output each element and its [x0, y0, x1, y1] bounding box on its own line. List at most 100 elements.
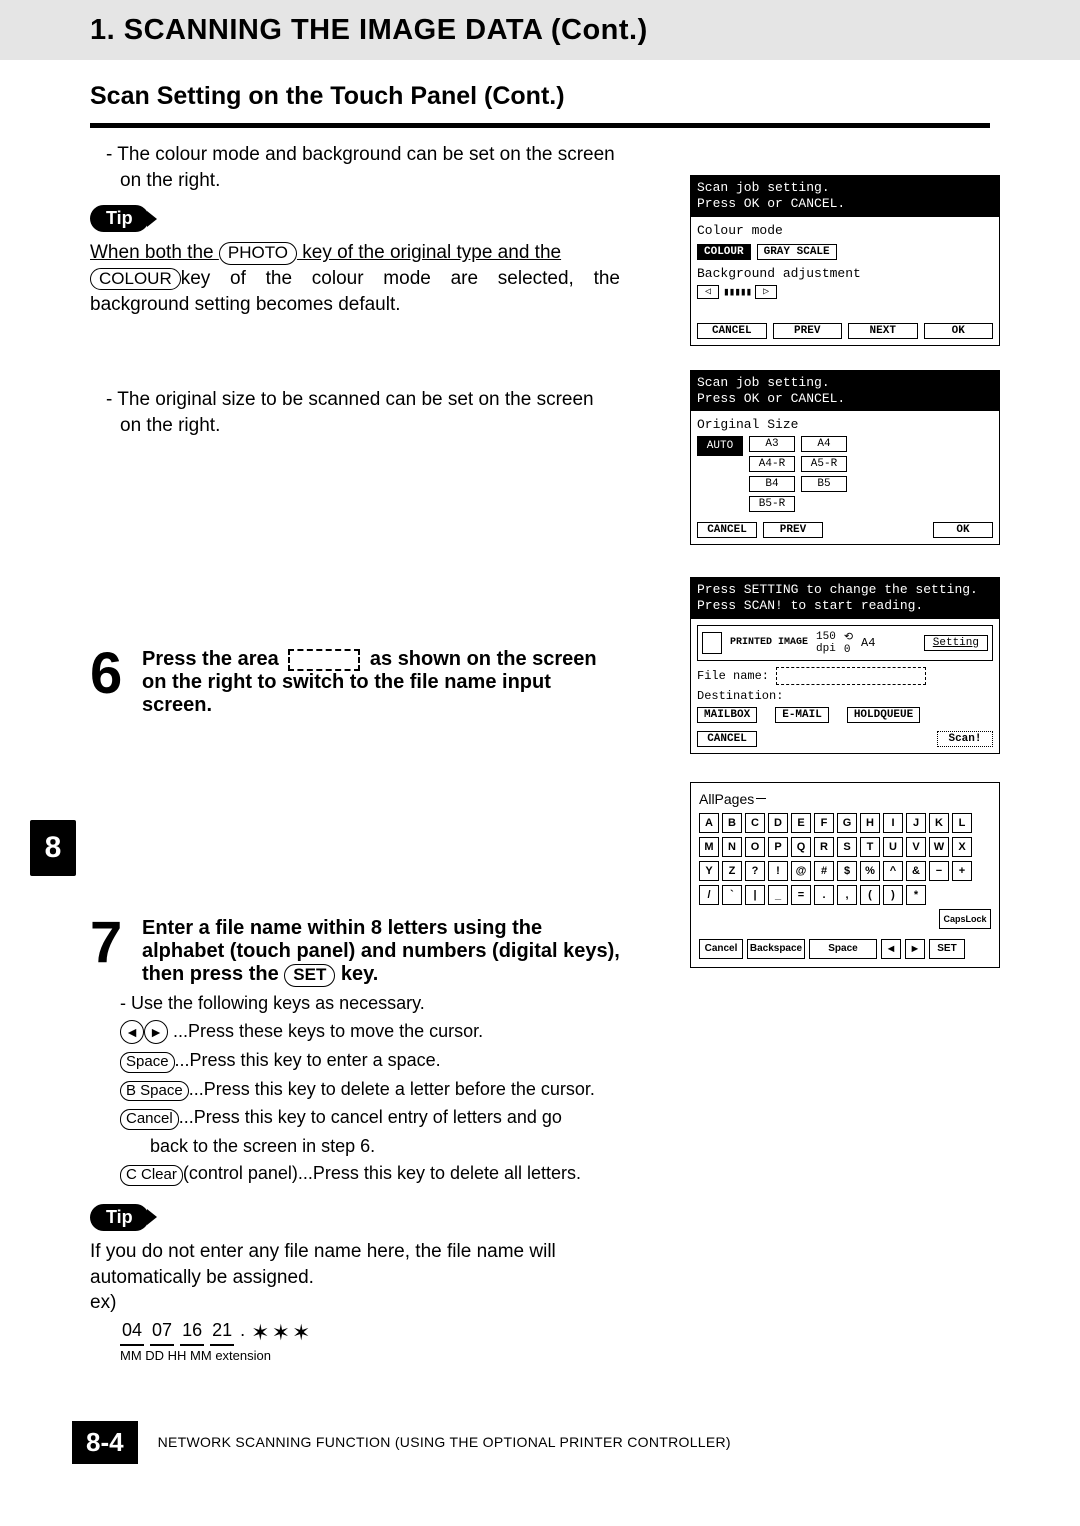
background-slider[interactable]: ◁ ▮▮▮▮▮ ▷ — [697, 285, 993, 299]
tip-body: When both the PHOTO key of the original … — [90, 240, 620, 317]
kb-key-_[interactable]: _ — [768, 885, 788, 905]
kb-key-−[interactable]: − — [929, 861, 949, 881]
kb-set-key[interactable]: SET — [929, 939, 965, 959]
kb-key-r[interactable]: R — [814, 837, 834, 857]
chapter-header: 1. SCANNING THE IMAGE DATA (Cont.) — [0, 0, 1080, 60]
kb-key-.[interactable]: . — [814, 885, 834, 905]
auto-button[interactable]: AUTO — [697, 436, 743, 456]
kb-right-icon[interactable]: ► — [905, 939, 925, 959]
a5r-button[interactable]: A5-R — [801, 456, 847, 472]
filename-input-area[interactable] — [776, 667, 926, 685]
kb-key-q[interactable]: Q — [791, 837, 811, 857]
kb-key-|[interactable]: | — [745, 885, 765, 905]
kb-key-l[interactable]: L — [952, 813, 972, 833]
kb-key-f[interactable]: F — [814, 813, 834, 833]
grayscale-button[interactable]: GRAY SCALE — [757, 244, 837, 260]
kb-key-c[interactable]: C — [745, 813, 765, 833]
page-number: 8-4 — [72, 1421, 138, 1464]
kb-left-icon[interactable]: ◄ — [881, 939, 901, 959]
kb-key-)[interactable]: ) — [883, 885, 903, 905]
kb-key-u[interactable]: U — [883, 837, 903, 857]
kb-key-s[interactable]: S — [837, 837, 857, 857]
kb-key-p[interactable]: P — [768, 837, 788, 857]
kb-key-@[interactable]: @ — [791, 861, 811, 881]
kb-key-e[interactable]: E — [791, 813, 811, 833]
mailbox-button[interactable]: MAILBOX — [697, 707, 757, 723]
screen-keyboard: AllPages ABCDEFGHIJKLMNOPQRSTUVWXYZ?!@#$… — [690, 782, 1000, 968]
kb-key-y[interactable]: Y — [699, 861, 719, 881]
photo-key: PHOTO — [219, 242, 297, 264]
kb-key-a[interactable]: A — [699, 813, 719, 833]
kb-key-i[interactable]: I — [883, 813, 903, 833]
kb-key-=[interactable]: = — [791, 885, 811, 905]
screen-original-size: Scan job setting. Press OK or CANCEL. Or… — [690, 370, 1000, 546]
kb-key-/[interactable]: / — [699, 885, 719, 905]
step-7-number: 7 — [90, 917, 136, 986]
kb-key-,[interactable]: , — [837, 885, 857, 905]
kb-key-n[interactable]: N — [722, 837, 742, 857]
kb-key-m[interactable]: M — [699, 837, 719, 857]
kb-key-k[interactable]: K — [929, 813, 949, 833]
arrow-left-icon: ◄ — [120, 1020, 144, 1044]
a4r-button[interactable]: A4-R — [749, 456, 795, 472]
kb-key-$[interactable]: $ — [837, 861, 857, 881]
kb-key-w[interactable]: W — [929, 837, 949, 857]
a4-button[interactable]: A4 — [801, 436, 847, 452]
step-6-number: 6 — [90, 648, 136, 717]
holdqueue-button[interactable]: HOLDQUEUE — [847, 707, 920, 723]
next-button[interactable]: NEXT — [848, 323, 918, 339]
kb-key-![interactable]: ! — [768, 861, 788, 881]
subsection-title: Scan Setting on the Touch Panel (Cont.) — [0, 60, 1080, 119]
kb-key-t[interactable]: T — [860, 837, 880, 857]
kb-key-d[interactable]: D — [768, 813, 788, 833]
kb-key-%[interactable]: % — [860, 861, 880, 881]
cclear-key: C Clear — [120, 1165, 183, 1186]
email-button[interactable]: E-MAIL — [775, 707, 829, 723]
intro-paragraph-1: - The colour mode and background can be … — [90, 142, 620, 193]
kb-key-h[interactable]: H — [860, 813, 880, 833]
kb-key-z[interactable]: Z — [722, 861, 742, 881]
kb-key-&[interactable]: & — [906, 861, 926, 881]
bg-increase-icon[interactable]: ▷ — [755, 285, 777, 299]
divider — [90, 123, 990, 128]
kb-cancel-key[interactable]: Cancel — [699, 939, 743, 959]
ok-button[interactable]: OK — [924, 323, 994, 339]
kb-key-j[interactable]: J — [906, 813, 926, 833]
kb-space-key[interactable]: Space — [809, 939, 877, 959]
colour-key: COLOUR — [90, 268, 181, 290]
kb-key-v[interactable]: V — [906, 837, 926, 857]
kb-key-?[interactable]: ? — [745, 861, 765, 881]
kb-key-`[interactable]: ` — [722, 885, 742, 905]
tip2-body: If you do not enter any file name here, … — [90, 1239, 620, 1290]
kb-key-g[interactable]: G — [837, 813, 857, 833]
prev-button[interactable]: PREV — [763, 522, 823, 538]
b5r-button[interactable]: B5-R — [749, 496, 795, 512]
kb-key-#[interactable]: # — [814, 861, 834, 881]
intro-paragraph-2: - The original size to be scanned can be… — [90, 387, 620, 438]
kb-key-*[interactable]: * — [906, 885, 926, 905]
bg-decrease-icon[interactable]: ◁ — [697, 285, 719, 299]
cancel-button[interactable]: CANCEL — [697, 323, 767, 339]
cancel-button[interactable]: CANCEL — [697, 522, 757, 538]
b5-button[interactable]: B5 — [801, 476, 847, 492]
kb-key-^[interactable]: ^ — [883, 861, 903, 881]
kb-key-([interactable]: ( — [860, 885, 880, 905]
kb-key-b[interactable]: B — [722, 813, 742, 833]
page-footer: 8-4 NETWORK SCANNING FUNCTION (USING THE… — [0, 1403, 1080, 1494]
kb-backspace-key[interactable]: Backspace — [747, 939, 805, 959]
colour-button[interactable]: COLOUR — [697, 244, 751, 260]
a3-button[interactable]: A3 — [749, 436, 795, 452]
kb-key-x[interactable]: X — [952, 837, 972, 857]
prev-button[interactable]: PREV — [773, 323, 843, 339]
ok-button[interactable]: OK — [933, 522, 993, 538]
scan-button[interactable]: Scan! — [937, 731, 993, 747]
kb-key-o[interactable]: O — [745, 837, 765, 857]
tip-label-2: Tip — [90, 1204, 149, 1231]
kb-key-+[interactable]: + — [952, 861, 972, 881]
cancel-key: Cancel — [120, 1109, 179, 1130]
capslock-key[interactable]: CapsLock — [939, 909, 991, 929]
setting-button[interactable]: Setting — [924, 635, 988, 651]
tip-label: Tip — [90, 205, 149, 232]
cancel-button[interactable]: CANCEL — [697, 731, 757, 747]
b4-button[interactable]: B4 — [749, 476, 795, 492]
